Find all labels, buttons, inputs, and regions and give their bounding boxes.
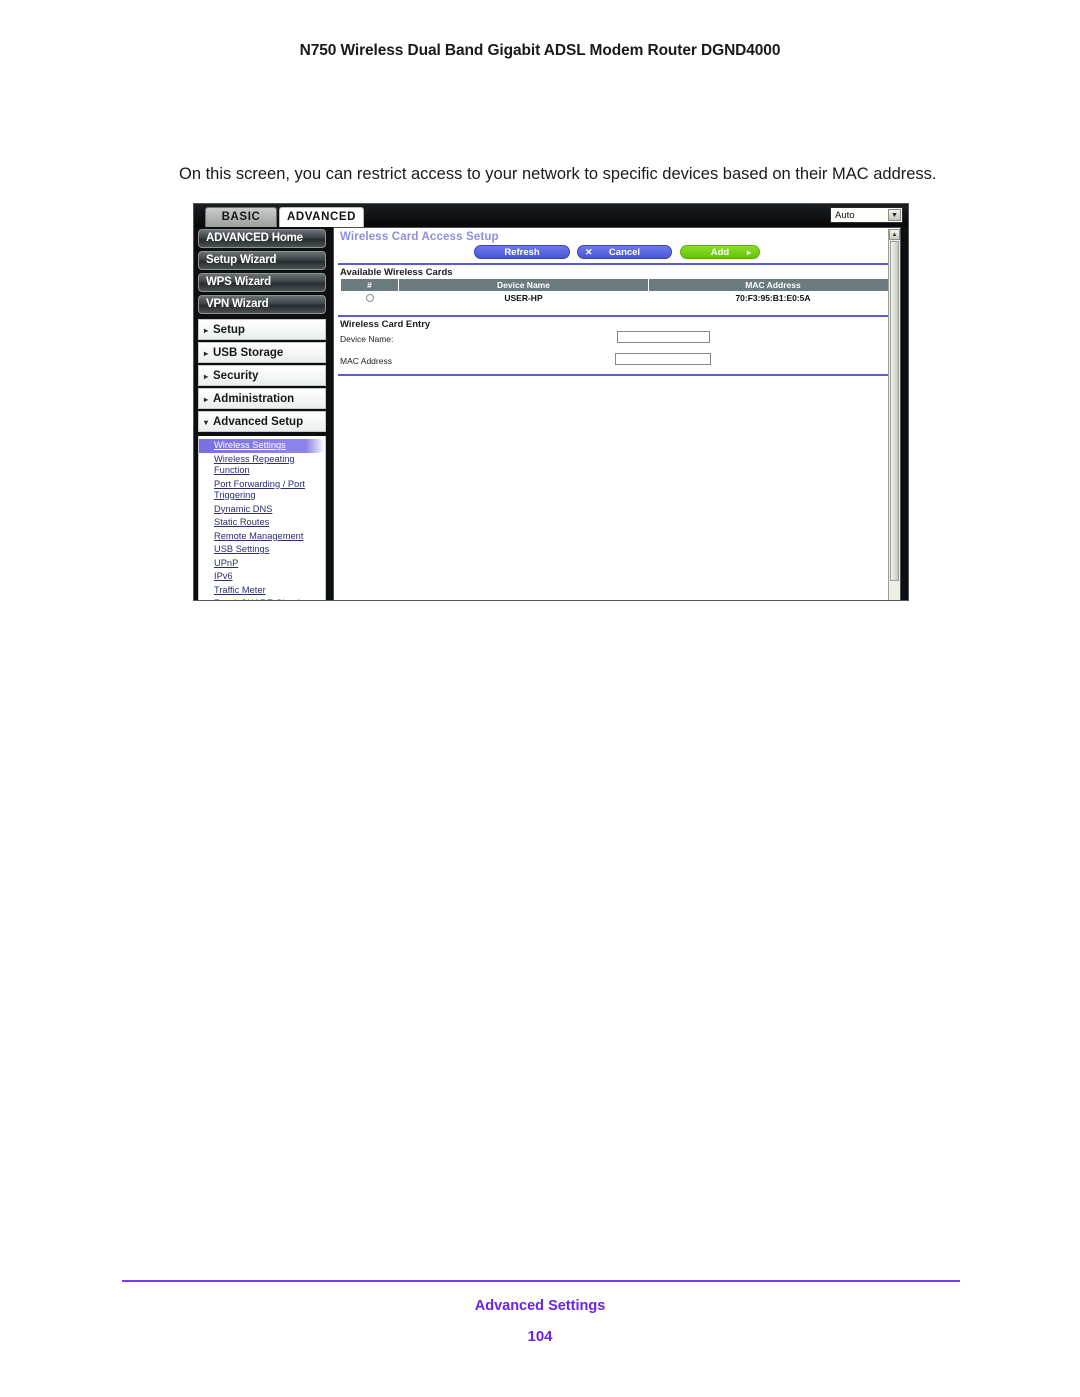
column-header-mac-address: MAC Address: [648, 279, 898, 291]
language-select-value: Auto: [835, 209, 855, 221]
refresh-button[interactable]: Refresh: [474, 245, 570, 259]
row-mac-address: 70:F3:95:B1:E0:5A: [648, 291, 898, 304]
table-row[interactable]: USER-HP 70:F3:95:B1:E0:5A: [340, 291, 898, 304]
sidebar-section-administration[interactable]: ▸ Administration: [198, 388, 326, 409]
sidebar: ADVANCED Home Setup Wizard WPS Wizard VP…: [196, 227, 333, 600]
chevron-right-icon: ▸: [204, 395, 209, 404]
intro-paragraph: On this screen, you can restrict access …: [179, 164, 937, 183]
vertical-scrollbar[interactable]: ▲: [888, 229, 900, 600]
sidebar-link-port-forwarding-triggering[interactable]: Port Forwarding / Port Triggering: [199, 478, 325, 503]
footer-divider: [122, 1280, 960, 1282]
sidebar-section-setup[interactable]: ▸ Setup: [198, 319, 326, 340]
chevron-down-icon[interactable]: ▼: [888, 209, 901, 221]
mac-address-input[interactable]: [615, 353, 711, 365]
sidebar-section-label: Security: [213, 370, 259, 382]
refresh-button-label: Refresh: [504, 247, 540, 258]
page-header-title: N750 Wireless Dual Band Gigabit ADSL Mod…: [299, 42, 781, 59]
sidebar-link-wireless-settings[interactable]: Wireless Settings: [199, 439, 325, 453]
sidebar-link-wireless-repeating-function[interactable]: Wireless Repeating Function: [199, 453, 325, 478]
divider-bottom: [338, 374, 897, 376]
sidebar-link-readyshare-cloud[interactable]: ReadySHARE Cloud: [199, 597, 325, 600]
chevron-right-icon: ▸: [204, 326, 209, 335]
sidebar-link-ipv6[interactable]: IPv6: [199, 570, 325, 584]
sidebar-section-label: USB Storage: [213, 347, 284, 359]
scroll-up-arrow-icon[interactable]: ▲: [889, 229, 900, 240]
sidebar-link-remote-management[interactable]: Remote Management: [199, 530, 325, 544]
sidebar-item-advanced-home[interactable]: ADVANCED Home: [198, 229, 326, 248]
chevron-right-icon: ▸: [204, 372, 209, 381]
divider-middle: [338, 315, 897, 317]
chevron-right-icon: ▸: [746, 248, 751, 257]
card-entry-label: Wireless Card Entry: [340, 319, 431, 330]
radio-button-icon[interactable]: [365, 294, 374, 303]
cancel-button-label: Cancel: [608, 247, 641, 258]
scrollbar-track[interactable]: [889, 241, 900, 600]
column-header-index: #: [340, 279, 399, 291]
sidebar-section-label: Setup: [213, 324, 245, 336]
sidebar-link-dynamic-dns[interactable]: Dynamic DNS: [199, 503, 325, 517]
footer-section-label: Advanced Settings: [474, 1298, 606, 1314]
sidebar-item-vpn-wizard[interactable]: VPN Wizard: [198, 295, 326, 314]
sidebar-section-label: Administration: [213, 393, 295, 405]
row-device-name: USER-HP: [398, 291, 649, 304]
table-header-row: # Device Name MAC Address: [340, 279, 898, 291]
footer-page-number: 104: [527, 1328, 553, 1345]
column-header-device-name: Device Name: [398, 279, 649, 291]
sidebar-link-usb-settings[interactable]: USB Settings: [199, 543, 325, 557]
available-cards-label: Available Wireless Cards: [340, 267, 453, 278]
sidebar-section-usb-storage[interactable]: ▸ USB Storage: [198, 342, 326, 363]
close-icon: ✕: [585, 247, 593, 257]
cancel-button[interactable]: ✕ Cancel: [577, 245, 672, 259]
divider-top: [338, 263, 897, 265]
tab-advanced[interactable]: ADVANCED: [279, 207, 364, 227]
sidebar-section-security[interactable]: ▸ Security: [198, 365, 326, 386]
sidebar-item-setup-wizard[interactable]: Setup Wizard: [198, 251, 326, 270]
language-select[interactable]: Auto ▼: [830, 207, 903, 223]
sidebar-section-advanced-setup[interactable]: ▾ Advanced Setup: [198, 411, 326, 432]
router-tab-bar: BASIC ADVANCED Auto ▼: [194, 204, 908, 227]
sidebar-section-label: Advanced Setup: [213, 416, 304, 428]
tab-basic[interactable]: BASIC: [205, 207, 277, 227]
sidebar-link-traffic-meter[interactable]: Traffic Meter: [199, 584, 325, 598]
content-panel: Wireless Card Access Setup Refresh ✕ Can…: [333, 227, 901, 600]
router-ui-screenshot: BASIC ADVANCED Auto ▼ ADVANCED Home Setu…: [193, 203, 909, 601]
device-name-input[interactable]: [617, 331, 710, 343]
sidebar-submenu: Wireless Settings Wireless Repeating Fun…: [198, 436, 326, 600]
scrollbar-thumb[interactable]: [890, 241, 899, 581]
chevron-down-icon: ▾: [204, 418, 209, 427]
row-radio-cell[interactable]: [340, 291, 399, 304]
device-name-label: Device Name:: [340, 334, 394, 344]
available-wireless-cards-table: # Device Name MAC Address USER-HP 70:F3:…: [340, 279, 898, 304]
sidebar-item-wps-wizard[interactable]: WPS Wizard: [198, 273, 326, 292]
add-button[interactable]: Add ▸: [680, 245, 760, 259]
mac-address-label: MAC Address: [340, 356, 392, 366]
sidebar-link-static-routes[interactable]: Static Routes: [199, 516, 325, 530]
sidebar-link-upnp[interactable]: UPnP: [199, 557, 325, 571]
add-button-label: Add: [710, 247, 730, 258]
panel-title: Wireless Card Access Setup: [340, 231, 499, 243]
router-body: ADVANCED Home Setup Wizard WPS Wizard VP…: [194, 227, 908, 600]
panel-button-row: Refresh ✕ Cancel Add ▸: [334, 245, 900, 265]
chevron-right-icon: ▸: [204, 349, 209, 358]
